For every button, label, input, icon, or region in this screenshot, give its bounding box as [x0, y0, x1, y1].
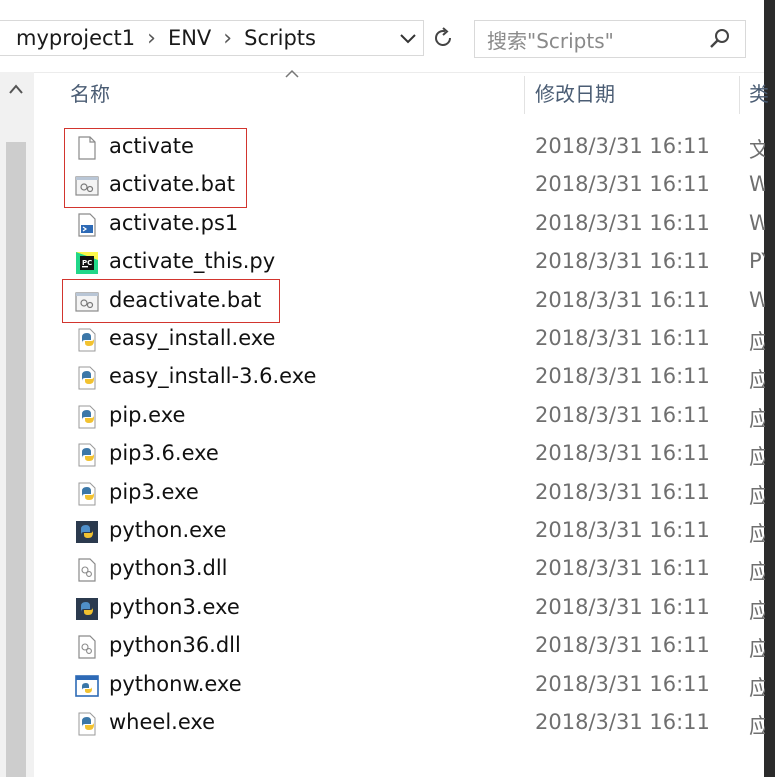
breadcrumb-myproject1[interactable]: myproject1: [16, 26, 135, 50]
file-row[interactable]: activate.ps1 2018/3/31 16:11 W: [70, 206, 765, 244]
file-date: 2018/3/31 16:11: [535, 633, 710, 658]
file-date: 2018/3/31 16:11: [535, 441, 710, 466]
file-type: 应: [749, 675, 765, 700]
dll-file-icon: [74, 634, 100, 660]
file-row[interactable]: wheel.exe 2018/3/31 16:11 应: [70, 705, 765, 743]
refresh-icon: [435, 27, 451, 46]
svg-text:PC: PC: [82, 259, 92, 267]
python-exe-icon: [74, 365, 100, 391]
file-type: 应: [749, 445, 765, 470]
search-icon[interactable]: [709, 28, 731, 55]
file-date: 2018/3/31 16:11: [535, 134, 710, 158]
column-divider[interactable]: [524, 76, 525, 114]
pythonw-app-icon: [74, 673, 100, 699]
file-type: 应: [749, 406, 765, 431]
file-date: 2018/3/31 16:11: [535, 210, 710, 235]
file-date: 2018/3/31 16:11: [535, 326, 710, 350]
file-row[interactable]: python.exe 2018/3/31 16:11 应: [70, 513, 765, 551]
file-date: 2018/3/31 16:11: [535, 671, 710, 696]
file-row[interactable]: easy_install.exe 2018/3/31 16:11 应: [70, 321, 765, 359]
search-placeholder: 搜索"Scripts": [487, 28, 614, 53]
file-row[interactable]: pip.exe 2018/3/31 16:11 应: [70, 398, 765, 436]
dll-file-icon: [74, 557, 100, 583]
file-type: W: [749, 172, 765, 197]
highlight-box-activate: [64, 128, 247, 208]
file-name: pip3.6.exe: [109, 441, 219, 466]
file-date: 2018/3/31 16:11: [535, 364, 710, 389]
file-row[interactable]: pythonw.exe 2018/3/31 16:11 应: [70, 667, 765, 705]
file-type: 应: [749, 522, 765, 546]
column-header-type[interactable]: 类: [749, 78, 769, 107]
file-row[interactable]: pip3.exe 2018/3/31 16:11 应: [70, 475, 765, 513]
powershell-file-icon: [74, 212, 100, 238]
file-type: 文: [749, 138, 765, 162]
python-exe-icon: [74, 404, 100, 430]
navigation-bar: myproject1 › ENV › Scripts 搜索"Scripts": [0, 0, 775, 73]
file-name: pip.exe: [109, 402, 186, 427]
column-divider[interactable]: [739, 76, 740, 114]
breadcrumb-scripts[interactable]: Scripts: [244, 26, 316, 50]
file-name: python36.dll: [109, 633, 241, 658]
file-type: 应: [749, 637, 765, 662]
file-type: W: [749, 287, 765, 312]
breadcrumb-env[interactable]: ENV: [168, 26, 211, 50]
file-name: python.exe: [109, 518, 227, 542]
python-exe-icon: [74, 327, 100, 353]
scrollbar-thumb[interactable]: [6, 142, 26, 777]
column-header-date-modified[interactable]: 修改日期: [535, 78, 615, 107]
highlight-box-deactivate: [62, 279, 280, 323]
file-name: activate.ps1: [109, 210, 239, 235]
file-type: 应: [749, 560, 765, 585]
file-date: 2018/3/31 16:11: [535, 479, 710, 504]
python-exe-icon: [74, 442, 100, 468]
file-name: wheel.exe: [109, 710, 216, 734]
file-name: pythonw.exe: [109, 671, 242, 696]
file-row[interactable]: pip3.6.exe 2018/3/31 16:11 应: [70, 436, 765, 474]
python-exe-icon: [74, 711, 100, 737]
file-type: PY: [749, 249, 765, 274]
file-type: W: [749, 210, 765, 235]
breadcrumb: myproject1 › ENV › Scripts: [16, 26, 316, 51]
file-date: 2018/3/31 16:11: [535, 172, 710, 197]
file-type: 应: [749, 598, 765, 623]
file-name: python3.exe: [109, 594, 240, 619]
file-name: easy_install.exe: [109, 326, 276, 350]
file-type: 应: [749, 714, 765, 738]
file-date: 2018/3/31 16:11: [535, 402, 710, 427]
scroll-up-icon[interactable]: [8, 80, 24, 99]
file-type: 应: [749, 368, 765, 393]
file-date: 2018/3/31 16:11: [535, 287, 710, 312]
python-app-icon: [74, 596, 100, 622]
breadcrumb-separator-icon[interactable]: ›: [223, 26, 232, 51]
file-row[interactable]: easy_install-3.6.exe 2018/3/31 16:11 应: [70, 359, 765, 397]
file-date: 2018/3/31 16:11: [535, 710, 710, 734]
pycharm-file-icon: PC: [74, 250, 100, 276]
search-box[interactable]: 搜索"Scripts": [474, 20, 746, 58]
file-row[interactable]: python3.exe 2018/3/31 16:11 应: [70, 590, 765, 628]
file-name: activate_this.py: [109, 249, 276, 274]
chevron-down-icon[interactable]: [399, 27, 417, 53]
python-exe-icon: [74, 481, 100, 507]
file-date: 2018/3/31 16:11: [535, 556, 710, 581]
address-bar[interactable]: myproject1 › ENV › Scripts: [0, 20, 424, 56]
file-type: 应: [749, 483, 765, 508]
window-edge: [764, 0, 775, 777]
file-name: python3.dll: [109, 556, 228, 581]
file-date: 2018/3/31 16:11: [535, 594, 710, 619]
column-header-name[interactable]: 名称: [70, 78, 110, 107]
file-date: 2018/3/31 16:11: [535, 518, 710, 542]
refresh-button[interactable]: [428, 20, 458, 56]
sort-ascending-icon: [285, 66, 299, 82]
file-row[interactable]: python3.dll 2018/3/31 16:11 应: [70, 551, 765, 589]
file-type: 应: [749, 330, 765, 354]
file-name: easy_install-3.6.exe: [109, 364, 317, 389]
file-row[interactable]: python36.dll 2018/3/31 16:11 应: [70, 628, 765, 666]
python-app-icon: [74, 519, 100, 545]
vertical-scrollbar[interactable]: [0, 72, 34, 777]
breadcrumb-separator-icon[interactable]: ›: [147, 26, 156, 51]
file-date: 2018/3/31 16:11: [535, 249, 710, 274]
file-name: pip3.exe: [109, 479, 199, 504]
file-row[interactable]: PC activate_this.py 2018/3/31 16:11 PY: [70, 244, 765, 282]
